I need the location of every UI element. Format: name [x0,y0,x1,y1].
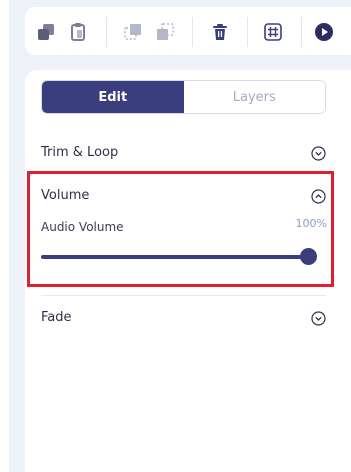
properties-panel: Edit Layers Trim & Loop Volume Audio Vol… [25,70,351,472]
left-panel-edge [0,0,9,472]
toolbar [25,7,351,55]
paste-button[interactable] [65,19,91,45]
paste-icon [71,23,85,41]
copy-button[interactable] [33,19,59,45]
audio-volume-label: Audio Volume [41,220,124,234]
volume-section-title[interactable]: Volume [41,188,89,203]
volume-percent: 100% [295,217,327,230]
copy-icon [38,24,54,40]
play-icon [315,23,333,41]
send-backward-button[interactable] [152,19,178,45]
play-button[interactable] [311,19,337,45]
toolbar-separator [106,17,107,47]
tab-bar: Edit Layers [41,80,326,114]
grid-button[interactable] [260,19,286,45]
bring-forward-button[interactable] [120,19,146,45]
toolbar-separator [247,17,248,47]
toolbar-separator [301,17,302,47]
volume-slider[interactable] [41,248,317,265]
send-backward-icon [157,23,174,40]
grid-icon [264,23,282,41]
fade-section-title[interactable]: Fade [41,310,72,325]
tab-edit[interactable]: Edit [42,81,184,113]
bring-forward-icon [124,24,141,40]
tab-layers[interactable]: Layers [183,81,325,113]
trash-icon [213,24,227,40]
chevron-up-icon[interactable] [311,189,326,204]
section-divider [41,295,326,296]
chevron-down-icon[interactable] [311,311,326,326]
trim-loop-section-title[interactable]: Trim & Loop [41,145,118,160]
volume-slider-fill [41,255,309,259]
chevron-down-icon[interactable] [311,146,326,161]
volume-slider-handle[interactable] [300,248,317,265]
delete-button[interactable] [207,19,233,45]
toolbar-separator [192,17,193,47]
